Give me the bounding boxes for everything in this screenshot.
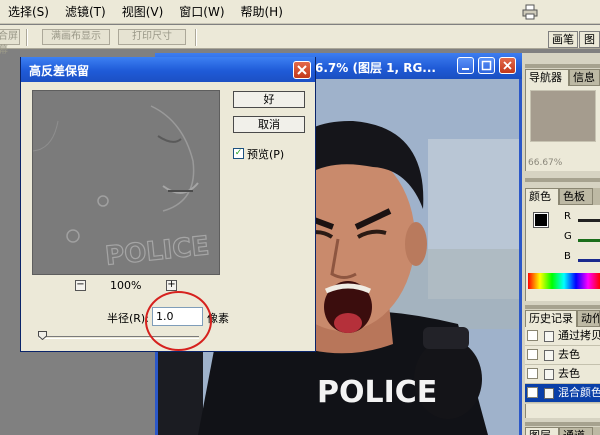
palette-grip[interactable] (525, 422, 600, 426)
history-item-label: 通过拷贝的图层 (558, 329, 600, 342)
palette-dock: 导航器 信息 66.67% 颜色 色板 R G B 历史记录 动作 通过拷贝的图… (522, 53, 600, 435)
palette-grip[interactable] (525, 178, 600, 182)
history-item-selected[interactable]: 混合颜色带 (525, 384, 600, 403)
zoom-level: 100% (110, 279, 142, 292)
palette-tab-other[interactable]: 图 (579, 31, 600, 48)
channel-g-slider[interactable] (578, 239, 600, 242)
zoom-in-button[interactable]: + (166, 280, 177, 291)
history-item[interactable]: 通过拷贝的图层 (525, 327, 600, 346)
zoom-out-button[interactable]: − (75, 280, 86, 291)
preview-image: POLICE (33, 91, 219, 274)
preview-checkbox[interactable]: ✓ (233, 148, 244, 159)
menu-filter[interactable]: 滤镜(T) (57, 3, 114, 20)
layers-tabs: 图层 通道 (525, 427, 600, 435)
fit-screen-button[interactable]: 适合屏幕 (0, 29, 20, 56)
palette-grip[interactable] (525, 64, 600, 68)
channel-g-label: G (564, 231, 572, 242)
foreground-color-swatch[interactable] (533, 212, 549, 228)
printer-icon[interactable] (522, 4, 538, 20)
print-size-button[interactable]: 打印尺寸 (118, 29, 186, 45)
options-bar: 适合屏幕 满画布显示 打印尺寸 (0, 25, 600, 56)
dialog-titlebar[interactable]: 高反差保留 (21, 57, 315, 82)
channel-r-label: R (564, 211, 571, 222)
menu-help[interactable]: 帮助(H) (233, 3, 291, 20)
history-item-label: 混合颜色带 (558, 386, 600, 399)
high-pass-dialog: 高反差保留 POLICE 好 取消 ✓ 预览(P) − 100% + 半径(R)… (20, 57, 316, 352)
vest-police-text: POLICE (317, 375, 437, 410)
history-item-label: 去色 (558, 367, 580, 380)
ok-button[interactable]: 好 (233, 91, 305, 108)
fill-canvas-button[interactable]: 满画布显示 (42, 29, 110, 45)
menu-bar: 选择(S) 滤镜(T) 视图(V) 窗口(W) 帮助(H) (0, 0, 600, 24)
radius-label: 半径(R): (107, 312, 149, 325)
history-step-icon (544, 350, 554, 361)
navigator-panel: 66.67% (525, 86, 600, 171)
cancel-button[interactable]: 取消 (233, 116, 305, 133)
history-item-label: 去色 (558, 348, 580, 361)
radius-slider-thumb[interactable] (38, 331, 47, 340)
history-checkbox[interactable] (527, 349, 538, 360)
maximize-icon (481, 60, 492, 71)
navigator-tabs: 导航器 信息 (525, 69, 600, 86)
navigator-thumbnail[interactable] (530, 90, 596, 142)
close-button[interactable] (499, 57, 516, 74)
minimize-button[interactable] (457, 57, 474, 74)
color-panel: R G B (525, 205, 600, 301)
tab-history[interactable]: 历史记录 (525, 310, 577, 327)
history-tabs: 历史记录 动作 (525, 310, 600, 327)
tab-color[interactable]: 颜色 (525, 188, 559, 205)
tab-layers[interactable]: 图层 (525, 427, 559, 435)
history-checkbox[interactable] (527, 387, 538, 398)
dialog-title: 高反差保留 (29, 64, 90, 78)
minimize-icon (462, 68, 469, 70)
annotation-circle (145, 291, 212, 351)
history-checkbox[interactable] (527, 368, 538, 379)
close-icon (297, 65, 307, 75)
history-step-icon (544, 331, 554, 342)
history-panel-footer (525, 404, 600, 418)
history-checkbox[interactable] (527, 330, 538, 341)
color-spectrum-bar[interactable] (528, 273, 600, 289)
tab-navigator[interactable]: 导航器 (525, 69, 569, 86)
tab-swatches[interactable]: 色板 (559, 188, 593, 205)
history-item[interactable]: 去色 (525, 346, 600, 365)
menu-view[interactable]: 视图(V) (114, 3, 172, 20)
channel-b-label: B (564, 251, 571, 262)
history-item[interactable]: 去色 (525, 365, 600, 384)
close-icon (503, 61, 512, 70)
history-step-icon (544, 388, 554, 399)
tab-channels[interactable]: 通道 (559, 427, 593, 435)
tab-actions[interactable]: 动作 (577, 310, 600, 327)
navigator-zoom: 66.67% (528, 158, 563, 168)
dialog-close-button[interactable] (293, 61, 311, 79)
menu-window[interactable]: 窗口(W) (171, 3, 232, 20)
history-step-icon (544, 369, 554, 380)
document-title: 6.7% (图层 1, RG... (315, 61, 436, 75)
tab-info[interactable]: 信息 (569, 69, 600, 86)
toolbar-separator (195, 29, 197, 46)
palette-tab-brushes[interactable]: 画笔 (548, 31, 578, 48)
color-tabs: 颜色 色板 (525, 188, 600, 205)
toolbar-separator (26, 29, 28, 46)
menu-select[interactable]: 选择(S) (0, 3, 57, 20)
channel-r-slider[interactable] (578, 219, 600, 222)
filter-preview[interactable]: POLICE (32, 90, 220, 275)
palette-grip[interactable] (525, 305, 600, 309)
channel-b-slider[interactable] (578, 259, 600, 262)
preview-checkbox-label: 预览(P) (247, 148, 285, 161)
maximize-button[interactable] (478, 57, 495, 74)
